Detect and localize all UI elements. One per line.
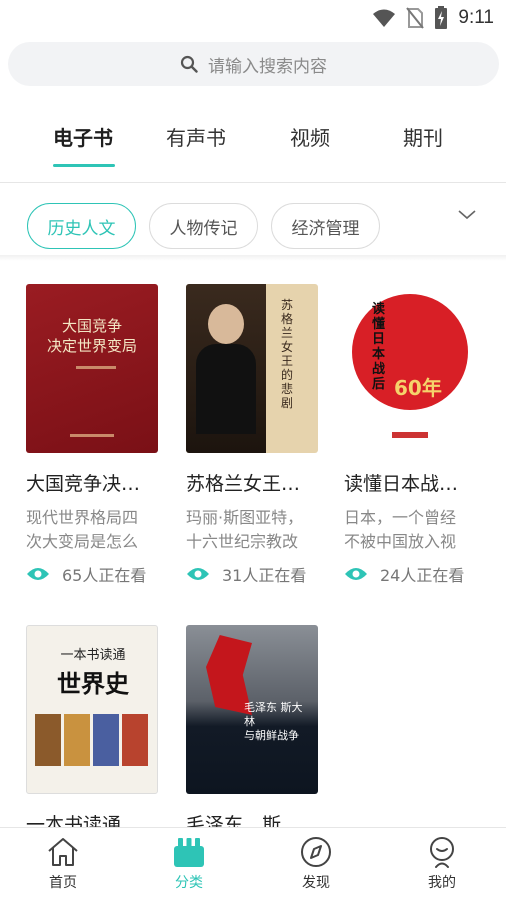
- book-description: 玛丽·斯图亚特，十六世纪宗教改革时期苏格兰…: [186, 508, 304, 551]
- book-card[interactable]: 读懂日本战后 60年 读懂日本战… 日本，一个曾经不被中国放入视野的国度，一… …: [344, 284, 476, 586]
- chip-economics[interactable]: 经济管理: [271, 203, 380, 249]
- tab-journals[interactable]: 期刊: [403, 122, 443, 151]
- tab-audiobooks[interactable]: 有声书: [166, 122, 226, 151]
- nav-label: 发现: [302, 875, 330, 891]
- status-icons: 9:11: [372, 6, 494, 30]
- book-card[interactable]: 一本书读通 世界史 一本书读通…: [26, 625, 158, 837]
- status-bar: 9:11: [0, 0, 506, 34]
- tab-videos[interactable]: 视频: [290, 122, 330, 151]
- nav-discover[interactable]: 发现: [276, 836, 356, 892]
- book-views: 24人正在看: [344, 562, 476, 586]
- tabs-divider: [0, 182, 506, 183]
- home-icon: [48, 838, 78, 866]
- book-cover[interactable]: 毛泽东 斯大林 与朝鲜战争: [186, 625, 318, 794]
- book-description: 日本，一个曾经不被中国放入视野的国度，一…: [344, 508, 457, 551]
- book-title: 大国竞争决…: [26, 473, 141, 495]
- eye-icon: [345, 568, 367, 580]
- view-count: 31人正在看: [222, 566, 307, 585]
- bottom-nav: 首页 分类 发现 我的: [0, 827, 506, 900]
- main-tabs: 电子书 有声书 视频 期刊: [0, 110, 506, 170]
- chip-biography[interactable]: 人物传记: [149, 203, 258, 249]
- profile-icon: [430, 837, 454, 868]
- battery-charging-icon: [435, 6, 448, 29]
- search-icon: [180, 55, 198, 73]
- chip-history[interactable]: 历史人文: [27, 203, 136, 249]
- book-views: 65人正在看: [26, 562, 158, 586]
- nav-profile[interactable]: 我的: [402, 836, 482, 892]
- category-icon: [174, 838, 204, 867]
- chips-divider: [0, 255, 506, 261]
- search-bar[interactable]: 请输入搜索内容: [8, 42, 499, 86]
- search-placeholder: 请输入搜索内容: [208, 56, 327, 77]
- tab-ebooks[interactable]: 电子书: [53, 122, 113, 151]
- eye-icon: [27, 568, 49, 580]
- nav-label: 分类: [175, 875, 203, 891]
- book-title: 苏格兰女王…: [186, 473, 301, 495]
- no-sim-icon: [406, 7, 425, 29]
- book-cover[interactable]: 大国竞争 决定世界变局: [26, 284, 158, 453]
- book-views: 31人正在看: [186, 562, 318, 586]
- chevron-down-icon[interactable]: [456, 204, 478, 226]
- view-count: 65人正在看: [62, 566, 147, 585]
- compass-icon: [301, 837, 331, 867]
- book-cover[interactable]: 一本书读通 世界史: [26, 625, 158, 794]
- nav-label: 首页: [49, 875, 77, 891]
- book-description: 现代世界格局四次大变局是怎么演变的？什么…: [26, 508, 139, 551]
- eye-icon: [187, 568, 209, 580]
- book-card[interactable]: 毛泽东 斯大林 与朝鲜战争 毛泽东、斯…: [186, 625, 318, 837]
- book-title: 读懂日本战…: [344, 473, 459, 495]
- book-cover[interactable]: 苏格兰女王的悲剧: [186, 284, 318, 453]
- status-time: 9:11: [458, 7, 494, 28]
- wifi-icon: [373, 9, 396, 27]
- book-card[interactable]: 大国竞争决定世界变局 大国竞争决… 现代世界格局四次大变局是怎么演变的？什么… …: [26, 284, 158, 586]
- book-cover[interactable]: 读懂日本战后 60年: [344, 284, 476, 453]
- nav-label: 我的: [428, 875, 456, 891]
- view-count: 24人正在看: [380, 566, 465, 585]
- nav-category[interactable]: 分类: [149, 836, 229, 892]
- nav-home[interactable]: 首页: [23, 836, 103, 892]
- active-tab-indicator: [53, 164, 115, 167]
- book-card[interactable]: 苏格兰女王的悲剧 苏格兰女王… 玛丽·斯图亚特，十六世纪宗教改革时期苏格兰… 3…: [186, 284, 318, 586]
